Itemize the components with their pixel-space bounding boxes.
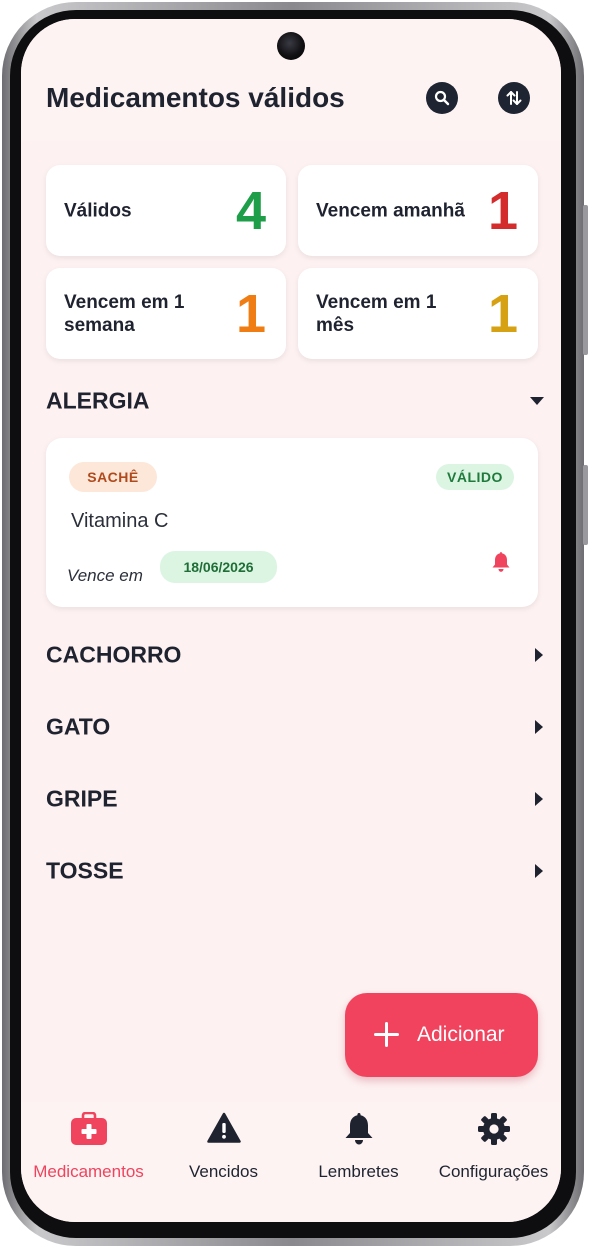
nav-label: Vencidos: [189, 1162, 258, 1181]
expire-label: Vence em: [67, 566, 143, 585]
stat-card-month[interactable]: Vencem em 1 mês 1: [298, 268, 538, 359]
stat-card-tomorrow[interactable]: Vencem amanhã 1: [298, 165, 538, 256]
power-button: [583, 465, 588, 545]
search-button[interactable]: [426, 82, 458, 114]
type-badge: SACHÊ: [69, 462, 157, 492]
caret-right-icon: [535, 792, 543, 806]
bottom-navigation: Medicamentos Vencidos Lembretes Configur…: [21, 1102, 561, 1222]
search-icon: [434, 90, 450, 106]
group-title: TOSSE: [46, 857, 124, 884]
group-title: GRIPE: [46, 785, 118, 812]
stat-label: Válidos: [64, 200, 132, 221]
nav-lembretes[interactable]: Lembretes: [291, 1112, 426, 1192]
medical-kit-icon: [70, 1112, 107, 1145]
medication-name: Vitamina C: [71, 510, 169, 532]
stat-label: Vencem em 1 semana: [64, 291, 185, 336]
group-header-gato[interactable]: GATO: [46, 709, 543, 745]
group-header-gripe[interactable]: GRIPE: [46, 781, 543, 817]
group-title: ALERGIA: [46, 387, 150, 414]
gear-icon: [477, 1113, 510, 1145]
caret-right-icon: [535, 864, 543, 878]
bell-icon: [345, 1113, 372, 1145]
medication-card[interactable]: SACHÊ VÁLIDO Vitamina C Vence em 18/06/2…: [46, 438, 538, 607]
add-button-label: Adicionar: [417, 1023, 505, 1046]
expire-date-badge: 18/06/2026: [160, 551, 277, 583]
stat-card-valid[interactable]: Válidos 4: [46, 165, 286, 256]
nav-medicamentos[interactable]: Medicamentos: [21, 1112, 156, 1192]
page-title: Medicamentos válidos: [46, 82, 345, 113]
caret-right-icon: [535, 648, 543, 662]
app-screen: Medicamentos válidos Válidos 4 Vencem am…: [21, 19, 561, 1222]
stat-label: Vencem amanhã: [316, 200, 465, 221]
group-header-alergia[interactable]: ALERGIA: [46, 383, 544, 419]
warning-icon: [206, 1112, 241, 1143]
caret-down-icon: [530, 397, 544, 405]
group-title: CACHORRO: [46, 641, 182, 668]
add-button[interactable]: Adicionar: [345, 993, 538, 1077]
group-title: GATO: [46, 713, 111, 740]
nav-label: Lembretes: [318, 1162, 399, 1181]
nav-configuracoes[interactable]: Configurações: [426, 1112, 561, 1192]
caret-right-icon: [535, 720, 543, 734]
front-camera: [277, 32, 305, 60]
group-header-tosse[interactable]: TOSSE: [46, 853, 543, 889]
stat-value: 1: [487, 283, 518, 344]
volume-button: [583, 205, 588, 355]
bell-icon[interactable]: [491, 551, 511, 573]
sort-icon: [506, 91, 522, 105]
group-header-cachorro[interactable]: CACHORRO: [46, 637, 543, 673]
sort-button[interactable]: [498, 82, 530, 114]
stat-value: 1: [235, 283, 266, 344]
status-badge: VÁLIDO: [436, 464, 514, 490]
stat-label: Vencem em 1 mês: [316, 291, 437, 336]
stat-card-week[interactable]: Vencem em 1 semana 1: [46, 268, 286, 359]
stat-value: 4: [235, 180, 266, 241]
plus-icon: [374, 1022, 399, 1047]
nav-label: Configurações: [438, 1162, 549, 1181]
nav-vencidos[interactable]: Vencidos: [156, 1112, 291, 1192]
stat-value: 1: [487, 180, 518, 241]
nav-label: Medicamentos: [33, 1162, 144, 1181]
